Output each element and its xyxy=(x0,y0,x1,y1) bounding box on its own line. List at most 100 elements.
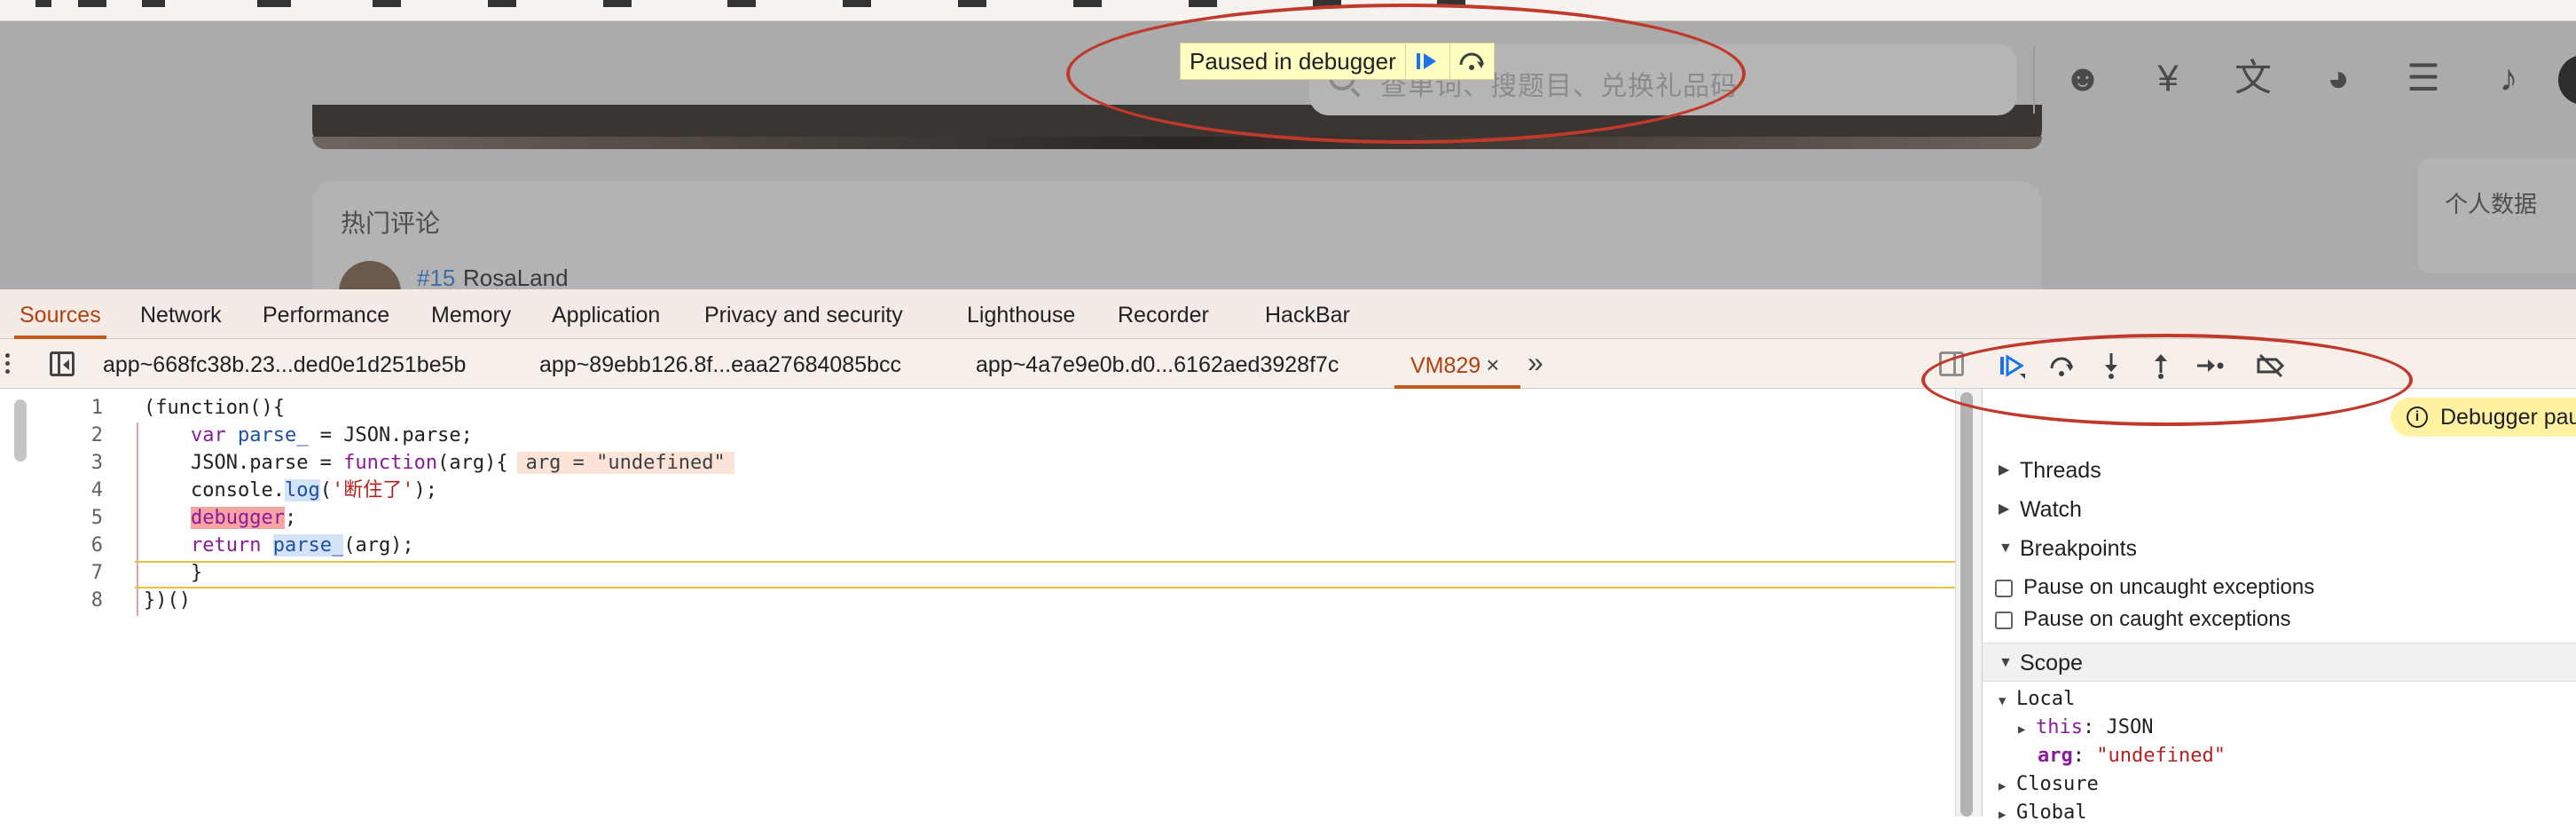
toggle-navigator-icon[interactable] xyxy=(50,351,75,376)
section-scope[interactable]: ▼ Scope xyxy=(1983,643,2576,682)
comment-user-num: #15 xyxy=(417,264,456,289)
tab-lighthouse[interactable]: Lighthouse xyxy=(967,289,1075,339)
devtools-tabbar: Sources Network Performance Memory Appli… xyxy=(0,289,2576,339)
code-text: JSON.parse = function(arg){arg = "undefi… xyxy=(144,449,734,477)
nav-divider xyxy=(2033,46,2035,114)
top-strip xyxy=(0,0,2576,21)
collapse-icon: ▼ xyxy=(1999,655,2013,670)
line-number[interactable]: 6 xyxy=(0,532,103,559)
tab-sources[interactable]: Sources xyxy=(14,289,106,339)
resume-script-button[interactable] xyxy=(1994,348,2030,383)
paused-label: Paused in debugger xyxy=(1190,47,1396,75)
code-line-2: 2 var parse_ = JSON.parse; xyxy=(0,422,1955,449)
yuan-icon[interactable]: ¥ xyxy=(2145,55,2191,101)
section-threads[interactable]: ▶ Threads xyxy=(1983,451,2576,490)
line-number[interactable]: 3 xyxy=(0,449,103,477)
step-button[interactable] xyxy=(2193,348,2228,383)
line-number[interactable]: 7 xyxy=(0,559,103,587)
devtools-panel: Sources Network Performance Memory Appli… xyxy=(0,289,2576,824)
line-number[interactable]: 5 xyxy=(0,504,103,532)
expand-icon: ▶ xyxy=(2018,722,2026,737)
scope-global[interactable]: ▶ Global xyxy=(1999,799,2086,829)
resume-button[interactable] xyxy=(1404,43,1449,79)
tab-hackbar[interactable]: HackBar xyxy=(1265,289,1350,339)
step-into-button[interactable] xyxy=(2093,348,2129,383)
message-icon[interactable]: ☰ xyxy=(2400,55,2446,101)
expand-icon: ▶ xyxy=(1999,808,2007,822)
editor-scrollbar[interactable] xyxy=(1960,392,1973,817)
code-text: console.log('断住了'); xyxy=(190,479,437,501)
code-text: return parse_(arg); xyxy=(190,534,414,557)
line-number[interactable]: 2 xyxy=(0,422,103,449)
tab-recorder[interactable]: Recorder xyxy=(1118,289,1209,339)
file-tab-vm829[interactable]: VM829 × xyxy=(1394,339,1521,389)
line-number[interactable]: 1 xyxy=(0,394,103,422)
scope-local[interactable]: ▼ Local xyxy=(1999,685,2075,715)
code-line-7: 7 } xyxy=(0,559,1955,587)
section-watch[interactable]: ▶ Watch xyxy=(1983,490,2576,529)
step-over-icon xyxy=(1459,52,1485,70)
kid-face-icon[interactable]: ☻ xyxy=(2060,55,2106,101)
step-over-button[interactable] xyxy=(2044,348,2079,383)
file-tab-2[interactable]: app~89ebb126.8f...eaa27684085bcc xyxy=(539,339,901,389)
translate-icon[interactable]: 文 xyxy=(2230,55,2276,101)
info-icon: i xyxy=(2407,407,2428,428)
avatar[interactable] xyxy=(2558,55,2576,105)
deactivate-breakpoints-icon xyxy=(2257,353,2285,378)
expand-icon: ▶ xyxy=(1999,779,2007,793)
inline-value: arg = "undefined" xyxy=(516,452,734,474)
palette-icon[interactable]: ◕ xyxy=(2315,55,2361,101)
step-over-button[interactable] xyxy=(1449,43,1494,79)
comment-user-name[interactable]: RosaLand xyxy=(463,264,569,289)
debugger-sidebar: i Debugger paused ▶ Threads ▶ Watch ▼ Br… xyxy=(1982,389,2576,824)
step-out-icon xyxy=(2155,354,2167,379)
close-icon[interactable]: × xyxy=(1486,351,1499,378)
line-number[interactable]: 4 xyxy=(0,477,103,504)
code-line-1: 1 (function(){ xyxy=(0,394,1955,422)
scope-closure[interactable]: ▶ Closure xyxy=(1999,770,2099,801)
web-page-area: 查单词、搜题目、兑换礼品码 ☻ ¥ 文 ◕ ☰ ♪ 热门评论 #15 RosaL… xyxy=(0,0,2576,289)
step-over-icon xyxy=(2050,357,2073,376)
step-out-button[interactable] xyxy=(2143,348,2179,383)
toggle-debugger-sidebar-icon[interactable] xyxy=(1939,351,1964,376)
deactivate-breakpoints-button[interactable] xyxy=(2253,348,2289,383)
comment-user-avatar[interactable] xyxy=(339,261,401,289)
paused-in-debugger-overlay: Paused in debugger xyxy=(1180,43,1495,80)
more-options-icon[interactable] xyxy=(5,353,11,376)
checkbox[interactable] xyxy=(1995,580,2013,597)
comments-title: 热门评论 xyxy=(341,209,441,237)
comments-card: 热门评论 #15 RosaLand xyxy=(312,181,2042,289)
more-tabs-icon[interactable]: » xyxy=(1528,346,1543,379)
tab-performance[interactable]: Performance xyxy=(263,289,389,339)
step-into-icon xyxy=(2105,353,2117,379)
code-line-8: 8 })() xyxy=(0,587,1955,614)
code-line-5: 5 debugger; xyxy=(0,504,1955,532)
code-text: debugger; xyxy=(190,507,297,529)
bell-icon[interactable]: ♪ xyxy=(2486,55,2532,101)
code-editor[interactable]: 1 (function(){ 2 var parse_ = JSON.parse… xyxy=(0,389,1957,817)
checkbox[interactable] xyxy=(1995,612,2013,629)
debugger-paused-banner: i Debugger paused xyxy=(2391,398,2576,437)
tab-network[interactable]: Network xyxy=(140,289,222,339)
code-text: })() xyxy=(144,589,191,612)
tab-privacy-and-security[interactable]: Privacy and security xyxy=(704,289,903,339)
file-tab-3[interactable]: app~4a7e9e0b.d0...6162aed3928f7c xyxy=(976,339,1339,389)
tab-memory[interactable]: Memory xyxy=(431,289,511,339)
code-text: (function(){ xyxy=(144,397,285,419)
source-file-tabs: app~668fc38b.23...ded0e1d251be5b app~89e… xyxy=(0,339,2576,389)
expand-icon: ▶ xyxy=(1999,462,2010,478)
scope-this[interactable]: ▶ this: JSON xyxy=(2018,714,2153,744)
code-text: var parse_ = JSON.parse; xyxy=(190,424,473,446)
section-breakpoints[interactable]: ▼ Breakpoints xyxy=(1983,529,2576,568)
collapse-icon: ▼ xyxy=(1999,541,2013,556)
tab-application[interactable]: Application xyxy=(552,289,660,339)
pause-uncaught-checkbox[interactable]: Pause on uncaught exceptions xyxy=(1993,572,2576,604)
pause-caught-checkbox[interactable]: Pause on caught exceptions xyxy=(1993,604,2576,636)
code-text: } xyxy=(190,562,203,584)
side-card-title: 个人数据 xyxy=(2445,191,2538,217)
collapse-icon: ▼ xyxy=(1999,694,2007,708)
line-number[interactable]: 8 xyxy=(0,587,103,614)
file-tab-label: VM829 xyxy=(1410,353,1481,378)
file-tab-1[interactable]: app~668fc38b.23...ded0e1d251be5b xyxy=(103,339,466,389)
expand-icon: ▶ xyxy=(1999,501,2010,517)
